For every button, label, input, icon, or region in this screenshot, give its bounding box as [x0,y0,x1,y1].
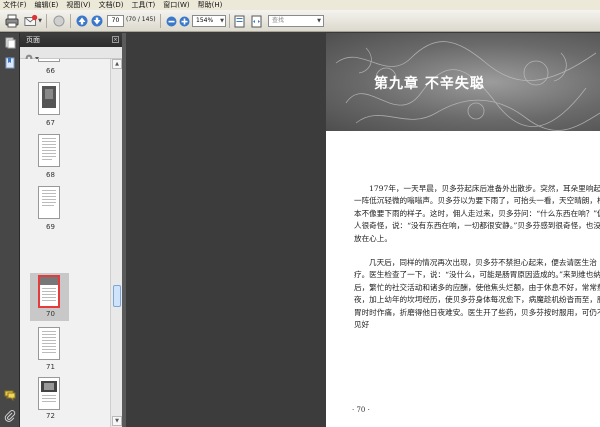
page-68-preview [42,138,56,160]
paragraph: 1797年，一天早晨，贝多芬起床后准备外出散步。突然，耳朵里响起一阵低沉轻微的嗡… [354,184,600,243]
page-thumbnail[interactable] [38,134,60,167]
fit-page-button[interactable] [233,13,246,29]
zoom-in-button[interactable] [178,13,190,29]
document-viewport[interactable]: 第九章 不辛失聪 1797年，一天早晨，贝多芬起床后准备外出散步。突然，耳朵里响… [122,33,600,427]
pages-panel: 页面 × 66 67 68 69 70 71 72 ▲ ▼ [20,33,122,427]
thumbnail-scrollbar[interactable]: ▲ ▼ [110,59,122,427]
page-thumbnail[interactable] [38,82,60,115]
chevron-down-icon: ▼ [38,18,42,24]
page-number-input[interactable]: 70 [107,15,124,27]
page-70-preview [40,277,58,301]
panel-header: 页面 × [20,33,122,47]
hand-tool-button[interactable] [52,13,66,29]
close-icon[interactable]: × [112,36,119,43]
menu-edit[interactable]: 编辑(E) [35,0,59,10]
bookmarks-icon[interactable] [4,57,16,69]
panel-splitter[interactable] [122,33,126,427]
page-thumbnail[interactable] [38,186,60,219]
page-thumbnail[interactable] [38,377,60,410]
page-thumbnail[interactable] [38,327,60,360]
thumbnail-list: 66 67 68 69 70 71 72 [20,59,110,427]
paragraph: 几天后，同样的情况再次出现，贝多芬不禁担心起来，便去请医生治疗。医生检查了一下，… [354,258,600,330]
document-page: 第九章 不辛失聪 1797年，一天早晨，贝多芬起床后准备外出散步。突然，耳朵里响… [326,33,600,427]
pdf-reader-window: 文件(F) 编辑(E) 视图(V) 文档(D) 工具(T) 窗口(W) 帮助(H… [0,0,600,427]
comments-icon[interactable] [4,389,16,401]
thumbnail-label: 71 [46,363,55,371]
globe-icon [53,15,65,27]
thumbnail-label: 68 [46,171,55,179]
scrollbar-thumb[interactable] [113,285,121,307]
arrow-up-icon [76,15,88,27]
menu-window[interactable]: 窗口(W) [163,0,189,10]
next-page-button[interactable] [90,13,104,29]
fit-width-button[interactable] [250,13,263,29]
email-button[interactable]: ▼ [24,13,42,29]
page-67-preview [42,86,56,108]
menu-document[interactable]: 文档(D) [99,0,124,10]
zoom-out-icon [166,16,176,26]
thumbnail-label: 67 [46,119,55,127]
arrow-down-icon [91,15,103,27]
search-placeholder: 查找 [272,17,285,24]
page-thumbnail-selected[interactable] [38,275,60,308]
printer-icon [5,14,19,28]
thumbnail-label: 66 [46,67,55,75]
page-body-text: 1797年，一天早晨，贝多芬起床后准备外出散步。突然，耳朵里响起一阵低沉轻微的嗡… [354,183,600,331]
page-folio: · 70 · [352,406,370,414]
panel-title: 页面 [26,36,40,44]
thumbnail-label: 69 [46,223,55,231]
zoom-level-value: 154% [196,17,214,24]
fit-width-icon [251,15,262,27]
print-button[interactable] [4,13,20,29]
attachment-icon[interactable] [4,410,16,422]
zoom-level-select[interactable]: 154% ▼ [192,15,226,27]
chevron-down-icon: ▼ [317,18,321,24]
zoom-out-button[interactable] [165,13,177,29]
thumbnail-label: 72 [46,412,55,420]
page-69-preview [42,190,56,206]
thumbnail-label: 70 [46,310,55,318]
chevron-down-icon: ▼ [220,18,224,24]
menu-help[interactable]: 帮助(H) [198,0,223,10]
previous-page-button[interactable] [75,13,89,29]
mail-icon [24,14,38,26]
pages-icon[interactable] [4,37,16,49]
search-input[interactable]: 查找 ▼ [268,15,324,27]
fit-page-icon [234,15,245,27]
page-count: (70 / 145) [126,16,156,23]
page-71-preview [42,331,56,353]
page-72-preview [41,381,57,402]
menu-file[interactable]: 文件(F) [3,0,27,10]
chapter-banner: 第九章 不辛失聪 [326,33,600,131]
toolbar: ▼ 70 (70 / 145) 154% ▼ 查找 ▼ [0,10,600,32]
panel-options-bar [20,47,122,62]
menu-bar: 文件(F) 编辑(E) 视图(V) 文档(D) 工具(T) 窗口(W) 帮助(H… [0,0,600,10]
chapter-title: 第九章 不辛失聪 [374,76,485,92]
scroll-up-button[interactable]: ▲ [112,59,122,69]
navigation-pane-strip [0,33,20,427]
zoom-in-icon [179,16,189,26]
menu-view[interactable]: 视图(V) [66,0,90,10]
menu-tools[interactable]: 工具(T) [132,0,156,10]
scroll-down-button[interactable]: ▼ [112,416,122,426]
page-thumbnail[interactable] [38,59,60,62]
